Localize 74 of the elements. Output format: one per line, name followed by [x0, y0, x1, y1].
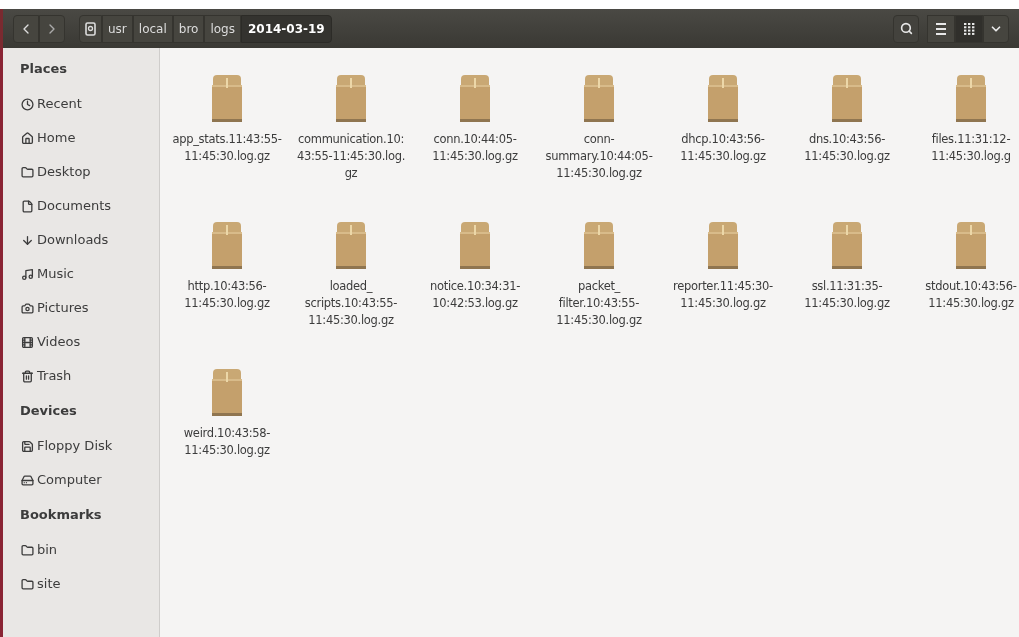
camera-icon	[21, 301, 34, 315]
package-icon	[334, 220, 368, 270]
grid-view-button[interactable]	[955, 14, 983, 43]
file-name[interactable]: packet_ filter.10:43:55- 11:45:30.log.gz	[556, 278, 642, 329]
drive-icon	[85, 21, 96, 36]
file-name[interactable]: http.10:43:56- 11:45:30.log.gz	[184, 278, 270, 312]
file-name[interactable]: communication.10: 43:55-11:45:30.log. gz	[296, 131, 406, 182]
sidebar-item[interactable]: Music	[20, 257, 74, 291]
search-button[interactable]	[893, 14, 919, 43]
breadcrumb-button[interactable]: usr	[102, 14, 133, 43]
package-icon	[830, 73, 864, 123]
file-name[interactable]: stdout.10:43:56- 11:45:30.log.gz	[925, 278, 1017, 312]
file-name[interactable]: ssl.11:31:35- 11:45:30.log.gz	[804, 278, 890, 312]
package-icon	[210, 367, 244, 417]
package-icon	[706, 73, 740, 123]
folder-icon	[21, 577, 34, 591]
breadcrumb-button[interactable]: local	[132, 14, 173, 43]
file-name[interactable]: dns.10:43:56- 11:45:30.log.gz	[804, 131, 890, 165]
trash-icon	[21, 369, 34, 383]
sidebar-heading: Bookmarks	[20, 506, 102, 525]
package-icon	[954, 73, 988, 123]
home-icon	[21, 131, 34, 145]
music-icon	[21, 267, 34, 281]
sidebar-item[interactable]: Pictures	[20, 291, 89, 325]
sidebar-item[interactable]: bin	[20, 533, 58, 567]
download-icon	[21, 233, 34, 247]
sidebar-heading: Places	[20, 60, 68, 79]
file-name[interactable]: conn- summary.10:44:05- 11:45:30.log.gz	[545, 131, 653, 182]
package-icon	[458, 73, 492, 123]
package-icon	[210, 220, 244, 270]
sidebar-item[interactable]: Downloads	[20, 223, 109, 257]
sidebar-item[interactable]: Trash	[20, 359, 72, 393]
sidebar-item[interactable]: Home	[20, 121, 76, 155]
sidebar-item[interactable]: Recent	[20, 87, 82, 121]
sidebar-item[interactable]: Computer	[20, 463, 102, 497]
package-icon	[210, 73, 244, 123]
folder-icon	[21, 165, 34, 179]
search-icon	[899, 22, 913, 35]
package-icon	[954, 220, 988, 270]
breadcrumb-button[interactable]: bro	[172, 14, 205, 43]
file-name[interactable]: dhcp.10:43:56- 11:45:30.log.gz	[680, 131, 766, 165]
view-options-button[interactable]	[983, 14, 1009, 43]
file-name[interactable]: files.11:31:12- 11:45:30.log.g	[931, 131, 1011, 165]
file-name[interactable]: reporter.11:45:30- 11:45:30.log.gz	[673, 278, 773, 312]
back-button[interactable]	[13, 14, 39, 43]
root-location-button[interactable]	[79, 14, 102, 43]
sidebar-item[interactable]: Documents	[20, 189, 112, 223]
file-name[interactable]: loaded_ scripts.10:43:55- 11:45:30.log.gz	[304, 278, 398, 329]
list-view-button[interactable]	[927, 14, 955, 43]
package-icon	[582, 73, 616, 123]
file-name[interactable]: conn.10:44:05- 11:45:30.log.gz	[432, 131, 518, 165]
sidebar-item[interactable]: site	[20, 567, 61, 601]
grid-view-icon	[963, 22, 975, 35]
breadcrumb-button[interactable]: 2014-03-19	[240, 14, 332, 43]
file-name[interactable]: app_stats.11:43:55- 11:45:30.log.gz	[172, 131, 282, 165]
folder-icon	[21, 543, 34, 557]
breadcrumb-button[interactable]: logs	[204, 14, 241, 43]
sidebar-item[interactable]: Floppy Disk	[20, 429, 113, 463]
sidebar-heading: Devices	[20, 402, 77, 421]
list-view-icon	[936, 22, 946, 35]
file-name[interactable]: weird.10:43:58- 11:45:30.log.gz	[183, 425, 271, 459]
sidebar-item[interactable]: Videos	[20, 325, 81, 359]
package-icon	[334, 73, 368, 123]
forward-button[interactable]	[39, 14, 65, 43]
package-icon	[830, 220, 864, 270]
film-icon	[21, 335, 34, 349]
file-name[interactable]: notice.10:34:31- 10:42:53.log.gz	[429, 278, 521, 312]
drive-icon	[21, 473, 34, 487]
document-icon	[21, 199, 34, 213]
clock-icon	[21, 97, 34, 111]
package-icon	[458, 220, 492, 270]
package-icon	[706, 220, 740, 270]
sidebar-item[interactable]: Desktop	[20, 155, 91, 189]
package-icon	[582, 220, 616, 270]
